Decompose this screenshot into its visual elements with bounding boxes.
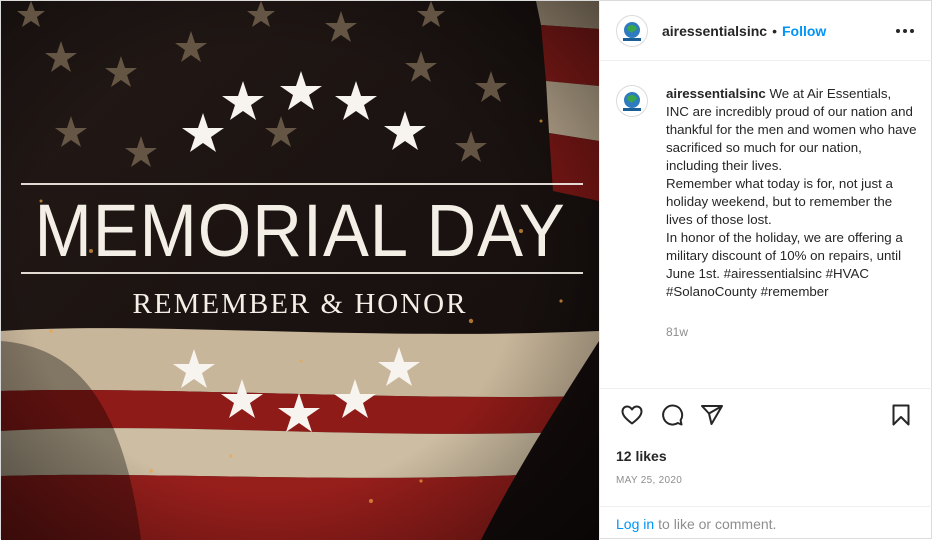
caption-text: We at Air Essentials, INC are incredibly… — [666, 86, 917, 299]
image-subline: REMEMBER & HONOR — [132, 288, 468, 320]
post-footer: 12 likes MAY 25, 2020 Log in to like or … — [600, 389, 932, 540]
heart-icon[interactable] — [612, 395, 652, 435]
avatar[interactable] — [616, 14, 648, 47]
like-count[interactable]: 12 likes — [600, 447, 932, 465]
post-image[interactable]: MEMORIAL DAY REMEMBER & HONOR — [1, 1, 599, 540]
divider-line — [21, 183, 583, 185]
caption: airessentialsinc We at Air Essentials, I… — [666, 85, 917, 388]
post-header: airessentialsinc • Follow — [600, 1, 932, 61]
more-horizontal-icon[interactable] — [893, 19, 917, 43]
avatar[interactable] — [616, 85, 648, 117]
image-headline: MEMORIAL DAY — [34, 189, 566, 272]
post-date: MAY 25, 2020 — [616, 475, 683, 486]
caption-username[interactable]: airessentialsinc — [666, 86, 766, 101]
login-link[interactable]: Log in — [616, 516, 654, 532]
separator-dot: • — [772, 22, 777, 39]
login-prompt-text: to like or comment. — [658, 515, 777, 532]
company-logo-icon — [623, 21, 641, 41]
post-age[interactable]: 81w — [666, 323, 917, 341]
paper-plane-icon[interactable] — [692, 395, 732, 435]
login-prompt: Log in to like or comment. — [600, 506, 932, 540]
divider-line — [21, 272, 583, 274]
follow-button[interactable]: Follow — [782, 23, 826, 39]
caption-area: airessentialsinc We at Air Essentials, I… — [600, 61, 932, 389]
header-username[interactable]: airessentialsinc — [662, 23, 767, 39]
bookmark-icon[interactable] — [881, 395, 921, 435]
comment-icon[interactable] — [652, 395, 692, 435]
post-side-panel: airessentialsinc • Follow airessentialsi… — [599, 1, 932, 540]
company-logo-icon — [623, 92, 641, 111]
action-bar — [600, 389, 932, 441]
instagram-post: MEMORIAL DAY REMEMBER & HONOR airessenti… — [0, 0, 932, 540]
